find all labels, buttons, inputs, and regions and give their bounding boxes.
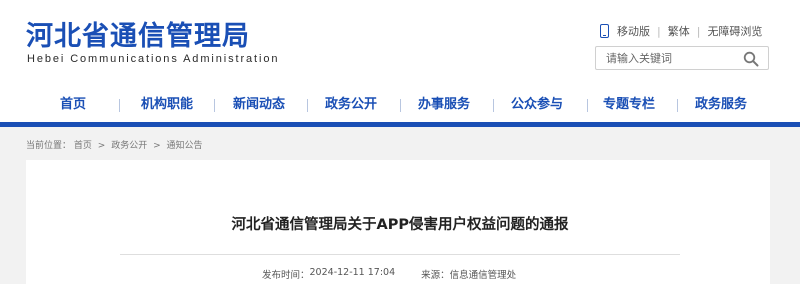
title-divider [120,254,680,255]
nav-item-functions[interactable]: 机构职能 [136,92,198,118]
traditional-chinese-link[interactable]: 繁体 [668,23,690,39]
source-label: 来源： [421,270,450,281]
nav-divider [677,99,678,112]
nav-divider [214,99,215,112]
nav-divider [587,99,588,112]
accessibility-link[interactable]: 无障碍浏览 [707,23,762,39]
source-value: 信息通信管理处 [449,270,517,281]
mobile-phone-icon [600,24,609,38]
publish-time: 2024-12-11 17:04 [309,267,396,278]
nav-item-news[interactable]: 新闻动态 [228,92,290,118]
nav-item-special-topics[interactable]: 专题专栏 [598,92,660,118]
breadcrumb-separator: > [153,141,161,151]
publish-time-label: 发布时间： [262,270,310,281]
nav-divider [493,99,494,112]
breadcrumb-home[interactable]: 首页 [74,141,92,151]
breadcrumb-separator: > [97,141,106,151]
link-separator: | [696,24,701,38]
search-box [595,46,769,70]
nav-item-government-services[interactable]: 政务服务 [690,92,752,118]
main-nav: 首页 机构职能 新闻动态 政务公开 办事服务 公众参与 专题专栏 政务服务 [0,92,800,118]
search-input[interactable] [596,47,736,69]
nav-divider [307,99,308,112]
site-header: 河北省通信管理局 Hebei Communications Administra… [0,0,800,86]
site-title[interactable]: 河北省通信管理局 [26,14,250,53]
nav-item-government-affairs[interactable]: 政务公开 [320,92,382,118]
breadcrumb-prefix: 当前位置： [26,141,72,151]
mobile-version-link[interactable]: 移动版 [617,23,650,39]
article-meta: 发布时间： 2024-12-11 17:04 来源： 信息通信管理处 [262,267,516,281]
article-title: 河北省通信管理局关于APP侵害用户权益问题的通报 [231,217,569,233]
search-icon[interactable] [743,51,759,67]
nav-item-home[interactable]: 首页 [48,92,98,118]
breadcrumb-notices[interactable]: 通知公告 [167,141,203,151]
link-separator: | [657,24,661,38]
nav-item-public-participation[interactable]: 公众参与 [506,92,568,118]
top-links: 移动版 | 繁体 | 无障碍浏览 [600,22,762,40]
site-subtitle: Hebei Communications Administration [27,53,280,65]
nav-item-services[interactable]: 办事服务 [413,92,475,118]
breadcrumb-government-affairs[interactable]: 政务公开 [111,141,147,151]
nav-divider [400,99,401,112]
breadcrumb: 当前位置： 首页 > 政务公开 > 通知公告 [26,138,203,151]
nav-divider [119,99,120,112]
